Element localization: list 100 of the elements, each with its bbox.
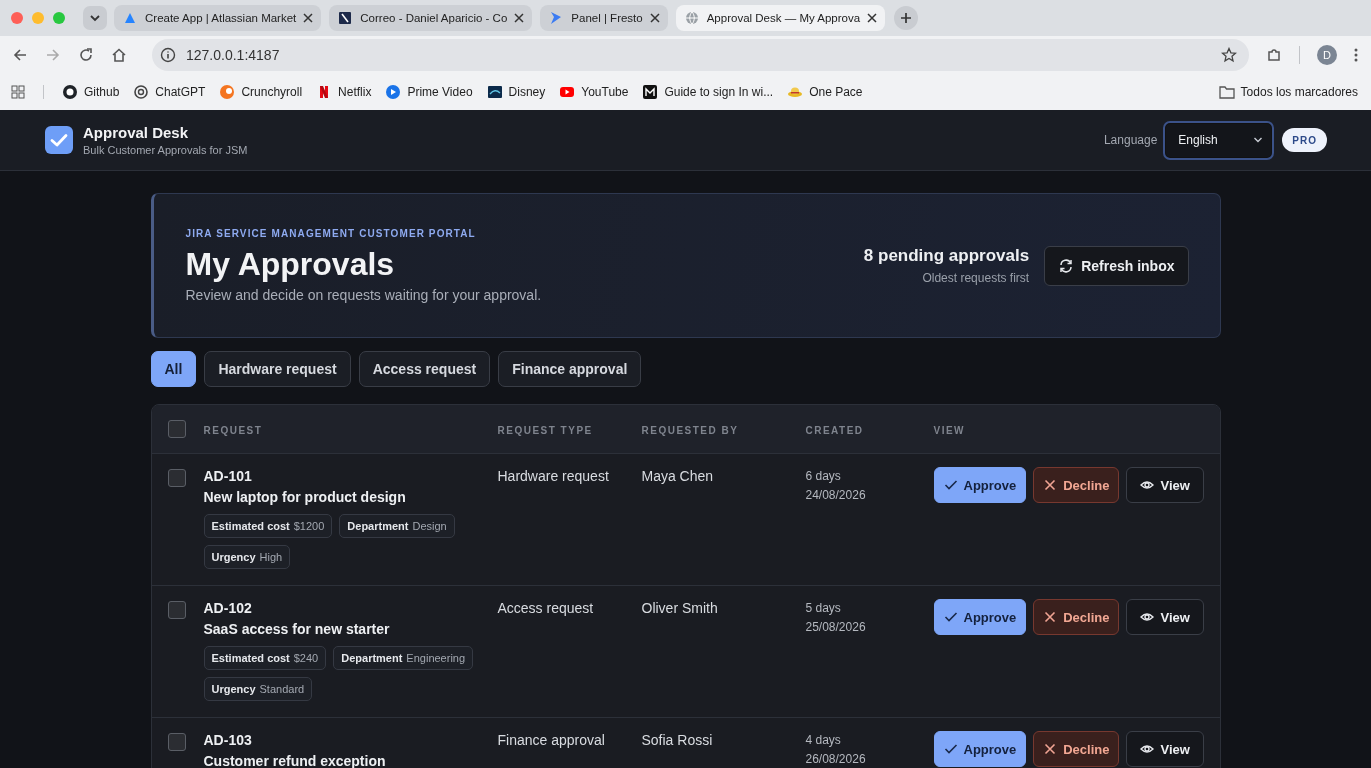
bookmark[interactable]: Crunchyroll [219,84,303,100]
approve-button[interactable]: Approve [933,467,1027,503]
play-icon [559,84,576,100]
chevron-down-icon [89,12,101,24]
checkmark-logo-icon [45,126,73,154]
info-icon [160,47,176,63]
request-id: AD-101 [203,468,253,484]
checkbox[interactable] [167,601,186,619]
view-button[interactable]: View [1126,599,1204,635]
tile-icon [337,10,354,26]
bookmark[interactable]: One Pace [787,84,863,100]
eyebrow-label: JIRA SERVICE MANAGEMENT CUSTOMER PORTAL [185,228,477,239]
tab-title: Correo - Daniel Aparicio - Co [360,12,508,24]
home-icon[interactable] [111,47,127,63]
star-icon[interactable] [1221,47,1237,63]
reload-icon[interactable] [78,47,94,63]
close-icon [1043,478,1058,492]
requester-name: Sofia Rossi [641,732,713,748]
requester-name: Maya Chen [641,468,714,484]
play-icon [385,84,402,100]
checkbox[interactable] [167,420,186,438]
attribute-tag: Urgency Standard [203,677,313,701]
column-header: REQUEST TYPE [497,425,593,436]
created-date: 26/08/2026 [805,752,866,766]
profile-avatar[interactable]: D [1317,45,1337,65]
request-age: 4 days [805,733,841,747]
decline-button[interactable]: Decline [1033,599,1120,635]
browser-tab[interactable]: Panel | Fresto [540,5,668,31]
plus-icon [900,12,913,24]
refresh-icon [1059,258,1074,273]
bookmark[interactable]: Prime Video [385,84,473,100]
bookmarks-folder[interactable]: Todos los marcadores [1218,85,1358,99]
url-text: 127.0.0.1:4187 [186,47,280,63]
check-icon [943,478,958,492]
bookmark[interactable]: ChatGPT [133,84,206,100]
column-header: REQUEST [203,425,263,436]
request-id: AD-103 [203,732,253,748]
created-date: 25/08/2026 [805,620,866,634]
close-icon[interactable] [649,13,660,23]
close-icon[interactable] [867,13,878,23]
view-button[interactable]: View [1126,467,1204,503]
address-bar[interactable]: 127.0.0.1:4187 [152,39,1249,71]
bookmark[interactable]: Github [62,84,120,100]
attribute-tag: Department Design [339,514,455,538]
eye-icon [1140,742,1155,756]
decline-button[interactable]: Decline [1033,731,1120,767]
page-title: My Approvals [185,246,396,283]
checkbox[interactable] [167,733,186,751]
column-header: REQUESTED BY [641,425,739,436]
refresh-button[interactable]: Refresh inbox [1044,245,1189,286]
attribute-tag: Estimated cost $240 [203,646,327,670]
decline-button[interactable]: Decline [1033,467,1120,503]
close-icon [1043,610,1058,624]
bookmark[interactable]: Guide to sign In wi... [642,84,774,100]
request-title: New laptop for product design [203,489,407,505]
request-type: Access request [497,600,594,616]
sort-note: Oldest requests first [921,271,1030,285]
app-tagline: Bulk Customer Approvals for JSM [83,144,248,156]
approve-button[interactable]: Approve [933,731,1027,767]
browser-tab[interactable]: Approval Desk — My Approva [675,5,886,31]
app-name: Approval Desk [83,124,190,141]
tab-title: Panel | Fresto [571,12,643,24]
attribute-tag: Department Engineering [333,646,474,670]
request-age: 6 days [805,469,841,483]
page-subtitle: Review and decide on requests waiting for your approval. [185,287,542,303]
knot-icon [133,84,150,100]
checkbox[interactable] [167,469,186,487]
tab-title: Create App | Atlassian Market [145,12,297,24]
request-type: Hardware request [497,468,609,484]
check-icon [943,742,958,756]
request-age: 5 days [805,601,841,615]
browser-tab[interactable]: Create App | Atlassian Market [114,5,322,31]
eye-icon [1140,610,1155,624]
filter-tab[interactable]: Access request [358,351,491,387]
view-button[interactable]: View [1126,731,1204,767]
attribute-tag: Estimated cost $1200 [203,514,333,538]
browser-tab[interactable]: Correo - Daniel Aparicio - Co [329,5,533,31]
attribute-tag: Urgency High [203,545,291,569]
request-id: AD-102 [203,600,253,616]
new-tab-button[interactable] [894,6,919,30]
bookmark[interactable]: Netflix [316,84,372,100]
apps-grid-icon[interactable] [11,85,25,99]
column-header: CREATED [805,425,864,436]
filter-tab[interactable]: Hardware request [204,351,351,387]
tab-search-button[interactable] [83,6,107,30]
requester-name: Oliver Smith [641,600,718,616]
close-icon[interactable] [303,13,314,23]
approve-button[interactable]: Approve [933,599,1027,635]
bookmark[interactable]: YouTube [559,84,629,100]
close-icon[interactable] [514,13,525,23]
close-icon [1043,742,1058,756]
filter-tab[interactable]: All [150,351,197,387]
bookmark[interactable]: Disney [486,84,546,100]
language-select[interactable]: English [1163,120,1275,160]
back-icon[interactable] [12,47,28,63]
folder-icon [1218,85,1235,99]
filter-tab[interactable]: Finance approval [498,351,642,387]
column-header: VIEW [933,425,966,436]
more-icon[interactable] [1354,47,1358,63]
plan-badge: PRO [1282,128,1327,152]
